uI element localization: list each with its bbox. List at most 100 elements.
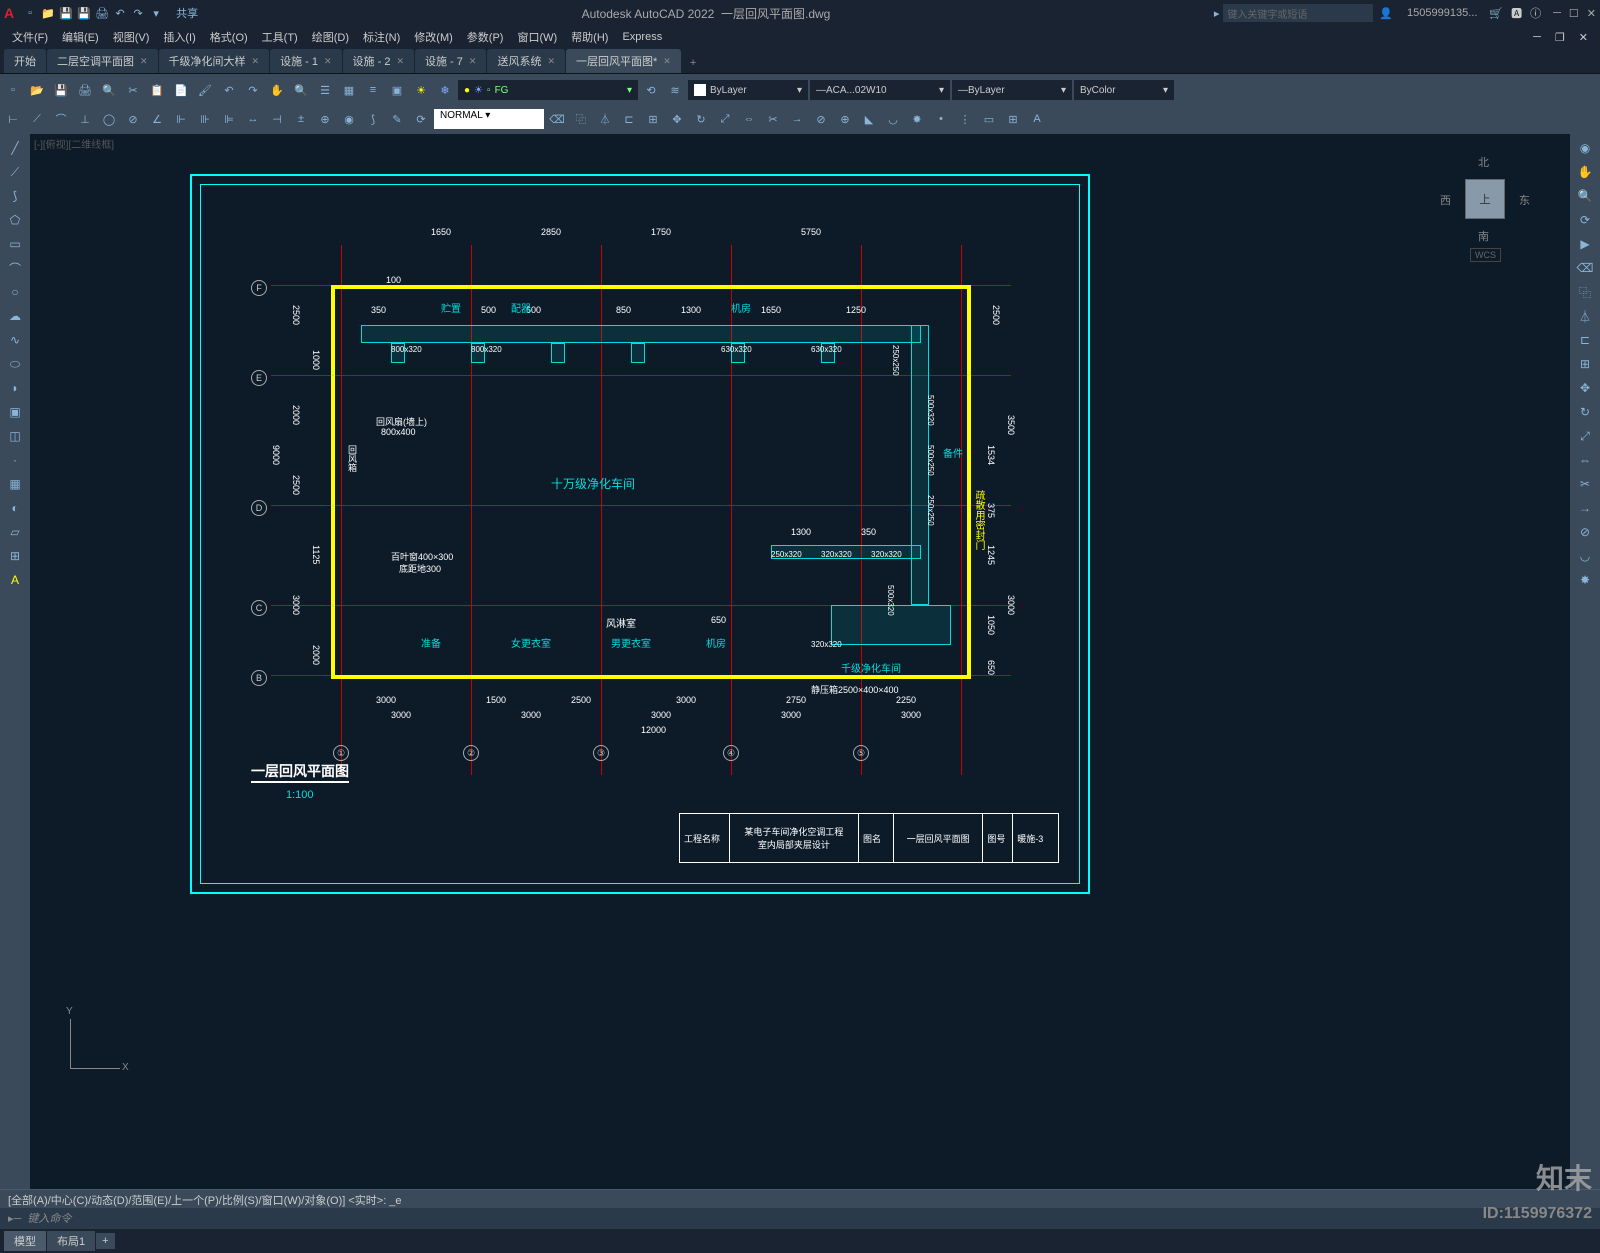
tool-match-icon[interactable]: 🖌 (194, 79, 216, 101)
viewport-label[interactable]: [-][俯视][二维线框] (34, 136, 114, 151)
viewcube-north[interactable]: 北 (1478, 154, 1489, 170)
mod-trim2-icon[interactable]: ✂ (1575, 474, 1595, 494)
viewcube-wcs[interactable]: WCS (1470, 248, 1501, 262)
draw-circle-icon[interactable]: ○ (5, 282, 25, 302)
tab-close-icon[interactable]: ✕ (663, 56, 671, 67)
menu-modify[interactable]: 修改(M) (408, 27, 459, 47)
draw-pline-icon[interactable]: ⟆ (5, 186, 25, 206)
dim-update-icon[interactable]: ⟳ (410, 108, 432, 130)
tool-block-icon[interactable]: ▣ (386, 79, 408, 101)
viewcube-top[interactable]: 上 (1465, 179, 1505, 219)
mod-extend-icon[interactable]: → (786, 108, 808, 130)
mod-trim-icon[interactable]: ✂ (762, 108, 784, 130)
dim-arc-icon[interactable]: ⌒ (50, 108, 72, 130)
mod-rotate2-icon[interactable]: ↻ (1575, 402, 1595, 422)
mod-mirror-icon[interactable]: ⏃ (594, 108, 616, 130)
color-dropdown[interactable]: ByColor▾ (1074, 80, 1174, 100)
dim-radius-icon[interactable]: ◯ (98, 108, 120, 130)
draw-divide-icon[interactable]: ⋮ (954, 108, 976, 130)
dim-space-icon[interactable]: ↔ (242, 108, 264, 130)
menu-help[interactable]: 帮助(H) (565, 27, 614, 47)
mod-stretch-icon[interactable]: ⇔ (738, 108, 760, 130)
draw-gradient-icon[interactable]: ◐ (5, 498, 25, 518)
user-name[interactable]: 1505999135... (1407, 7, 1477, 19)
draw-mtext2-icon[interactable]: A (5, 570, 25, 590)
tab-doc1[interactable]: 二层空调平面图✕ (47, 49, 158, 73)
tab-start[interactable]: 开始 (4, 49, 46, 73)
qat-new-icon[interactable]: ▫ (22, 5, 38, 21)
dim-ordinate-icon[interactable]: ⊥ (74, 108, 96, 130)
dim-angular-icon[interactable]: ∠ (146, 108, 168, 130)
menu-dimension[interactable]: 标注(N) (357, 27, 406, 47)
mod-mirror2-icon[interactable]: ⏃ (1575, 306, 1595, 326)
draw-region-icon[interactable]: ▭ (978, 108, 1000, 130)
draw-insert-icon[interactable]: ▣ (5, 402, 25, 422)
mod-array-icon[interactable]: ⊞ (642, 108, 664, 130)
viewcube-east[interactable]: 东 (1519, 192, 1530, 208)
qat-save-icon[interactable]: 💾 (58, 5, 74, 21)
minimize-icon[interactable]: ─ (1553, 7, 1561, 20)
mod-rotate-icon[interactable]: ↻ (690, 108, 712, 130)
menu-express[interactable]: Express (616, 29, 668, 45)
search-input[interactable]: 键入关键字或短语 (1223, 4, 1373, 22)
qat-plot-icon[interactable]: 🖨 (94, 5, 110, 21)
cart-icon[interactable]: 🛒 (1489, 7, 1503, 20)
mod-stretch2-icon[interactable]: ⇔ (1575, 450, 1595, 470)
tab-doc4[interactable]: 设施 - 2✕ (343, 49, 414, 73)
qat-dropdown-icon[interactable]: ▾ (148, 5, 164, 21)
tab-close-icon[interactable]: ✕ (140, 56, 148, 67)
mod-array2-icon[interactable]: ⊞ (1575, 354, 1595, 374)
mod-scale2-icon[interactable]: ⤢ (1575, 426, 1595, 446)
mod-move2-icon[interactable]: ✥ (1575, 378, 1595, 398)
tool-layeriso-icon[interactable]: ☀ (410, 79, 432, 101)
nav-showmotion-icon[interactable]: ▶ (1575, 234, 1595, 254)
tab-add-icon[interactable]: + (682, 53, 704, 73)
dim-inspect-icon[interactable]: ◉ (338, 108, 360, 130)
tool-layer-icon[interactable]: ≡ (362, 79, 384, 101)
qat-redo-icon[interactable]: ↷ (130, 5, 146, 21)
draw-mtext-icon[interactable]: A (1026, 108, 1048, 130)
nav-wheel-icon[interactable]: ◉ (1575, 138, 1595, 158)
draw-polygon-icon[interactable]: ⬠ (5, 210, 25, 230)
tool-preview-icon[interactable]: 🔍 (98, 79, 120, 101)
tab-layout1[interactable]: 布局1 (47, 1231, 95, 1251)
draw-spline-icon[interactable]: ∿ (5, 330, 25, 350)
tool-props-icon[interactable]: ☰ (314, 79, 336, 101)
dim-diameter-icon[interactable]: ⊘ (122, 108, 144, 130)
tool-sheet-icon[interactable]: ▦ (338, 79, 360, 101)
draw-xline-icon[interactable]: ⟋ (5, 162, 25, 182)
draw-line-icon[interactable]: ╱ (5, 138, 25, 158)
viewcube[interactable]: 北 南 西 东 上 WCS (1440, 154, 1530, 244)
tab-doc3[interactable]: 设施 - 1✕ (270, 49, 341, 73)
maximize-icon[interactable]: ☐ (1569, 7, 1579, 20)
tool-redo-icon[interactable]: ↷ (242, 79, 264, 101)
nav-zoom-icon[interactable]: 🔍 (1575, 186, 1595, 206)
tab-doc6[interactable]: 送风系统✕ (487, 49, 565, 73)
tool-pan-icon[interactable]: ✋ (266, 79, 288, 101)
share-button[interactable]: 共享 (176, 5, 198, 21)
tab-doc-active[interactable]: 一层回风平面图*✕ (566, 49, 681, 73)
tab-close-icon[interactable]: ✕ (396, 56, 404, 67)
qat-open-icon[interactable]: 📁 (40, 5, 56, 21)
menu-tools[interactable]: 工具(T) (256, 27, 304, 47)
tool-copy-icon[interactable]: 📋 (146, 79, 168, 101)
menu-file[interactable]: 文件(F) (6, 27, 54, 47)
mod-erase-icon[interactable]: ⌫ (546, 108, 568, 130)
dim-linear-icon[interactable]: ⊢ (2, 108, 24, 130)
layer-dropdown[interactable]: ●☀▫ FG▾ (458, 80, 638, 100)
tab-close-icon[interactable]: ✕ (324, 56, 332, 67)
tab-close-icon[interactable]: ✕ (469, 56, 477, 67)
drawing-canvas[interactable]: [-][俯视][二维线框] 北 南 西 东 上 WCS (30, 134, 1570, 1189)
tool-new-icon[interactable]: ▫ (2, 79, 24, 101)
tool-layerprev-icon[interactable]: ⟲ (640, 79, 662, 101)
command-input[interactable]: ▸─ 键入命令 (0, 1208, 1600, 1228)
dim-center-icon[interactable]: ⊕ (314, 108, 336, 130)
mod-explode-icon[interactable]: ✸ (906, 108, 928, 130)
mod-copy-icon[interactable]: ⿻ (570, 108, 592, 130)
mod-fillet2-icon[interactable]: ◡ (1575, 546, 1595, 566)
dim-continue-icon[interactable]: ⊫ (218, 108, 240, 130)
draw-region2-icon[interactable]: ▱ (5, 522, 25, 542)
dim-baseline-icon[interactable]: ⊪ (194, 108, 216, 130)
draw-ellipse-icon[interactable]: ⬭ (5, 354, 25, 374)
menu-parametric[interactable]: 参数(P) (461, 27, 510, 47)
